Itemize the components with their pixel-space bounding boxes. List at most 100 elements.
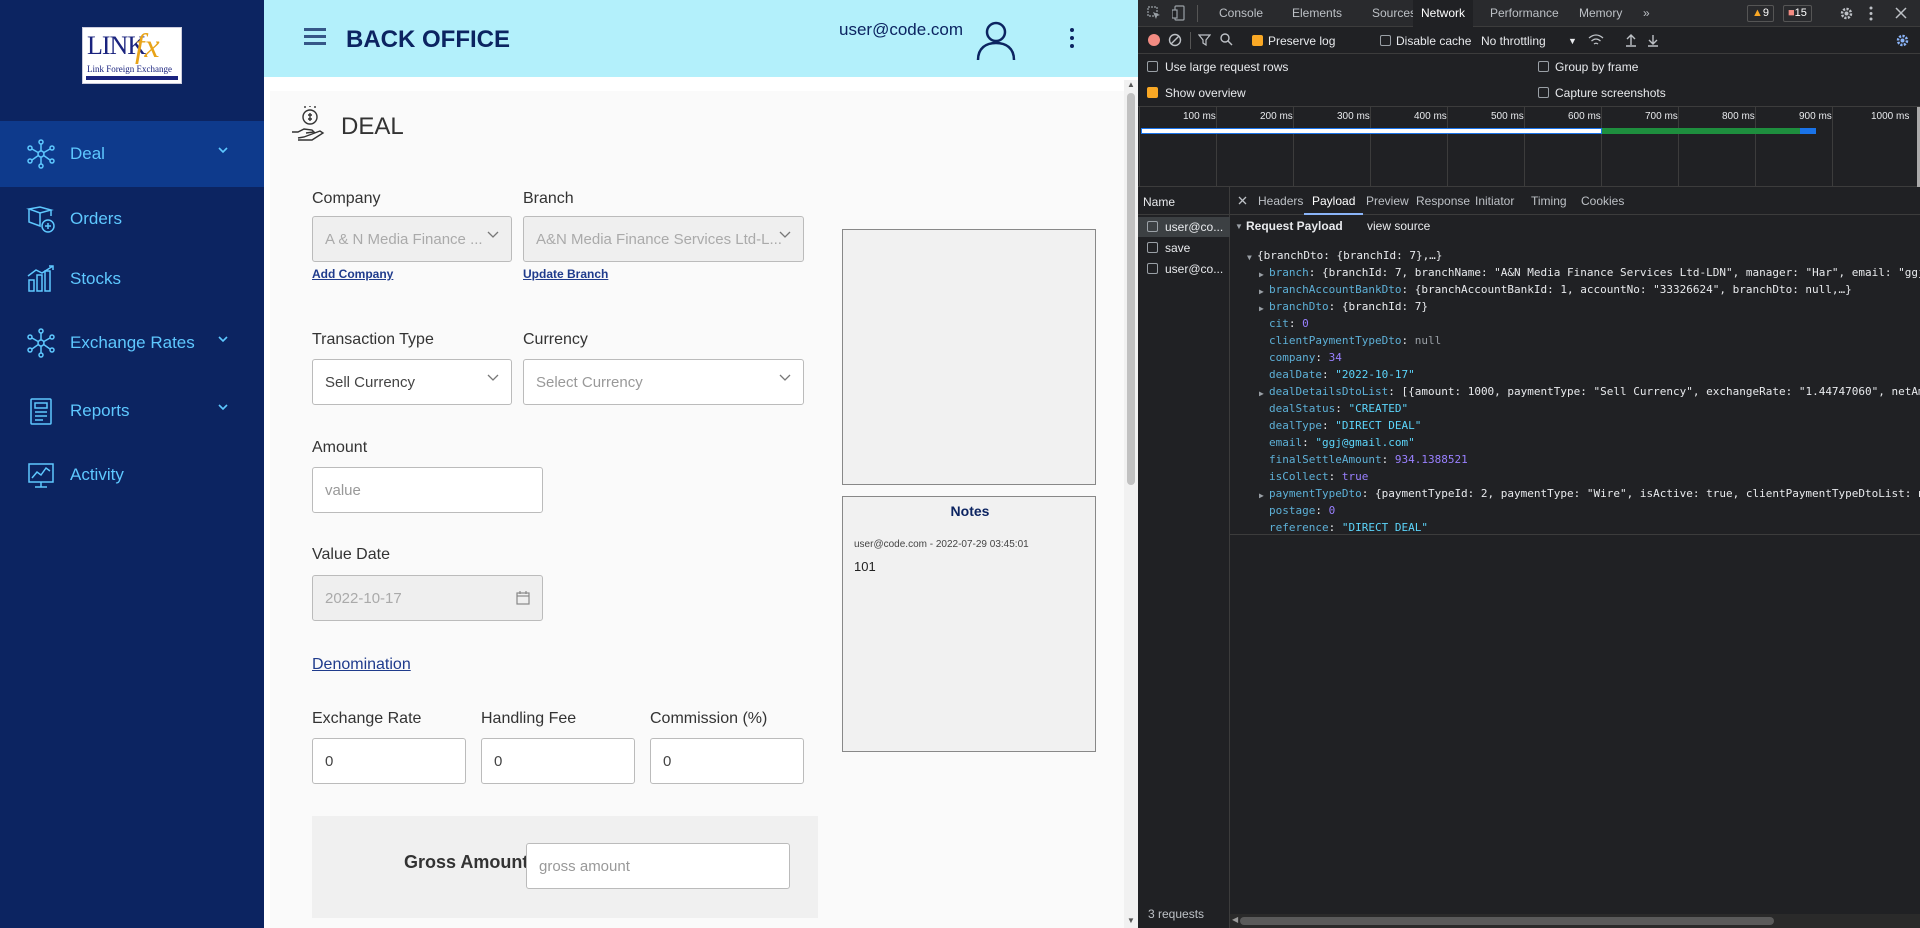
scroll-thumb[interactable] (1240, 917, 1774, 925)
branch-select[interactable]: A&N Media Finance Services Ltd-L... (523, 216, 804, 262)
payload-section-header[interactable]: ▼ Request Payload view source (1230, 215, 1920, 235)
calendar-icon[interactable] (516, 591, 530, 605)
expand-triangle-icon[interactable]: ▼ (1247, 253, 1252, 262)
payload-row[interactable]: cit: 0 (1269, 317, 1309, 330)
request-checkbox[interactable] (1147, 263, 1158, 274)
large-rows-checkbox[interactable] (1147, 61, 1158, 72)
payload-row[interactable]: dealDate: "2022-10-17" (1269, 368, 1415, 381)
payload-row[interactable]: company: 34 (1269, 351, 1342, 364)
payload-row[interactable]: branchAccountBankDto: {branchAccountBank… (1269, 283, 1852, 296)
tab-cookies[interactable]: Cookies (1573, 187, 1632, 215)
payload-row[interactable]: email: "ggj@gmail.com" (1269, 436, 1415, 449)
value-date-input[interactable]: 2022-10-17 (312, 575, 543, 621)
payload-row[interactable]: paymentTypeDto: {paymentTypeId: 2, payme… (1269, 487, 1920, 500)
horizontal-scrollbar[interactable]: ◀ (1230, 914, 1920, 928)
company-select[interactable]: A & N Media Finance ... (312, 216, 512, 262)
transaction-type-select[interactable]: Sell Currency (312, 359, 512, 405)
show-overview-checkbox[interactable] (1147, 87, 1158, 98)
close-icon[interactable] (1238, 196, 1247, 205)
search-icon[interactable] (1220, 33, 1233, 46)
company-logo[interactable]: LINK fx Link Foreign Exchange (82, 27, 182, 84)
more-tabs-icon[interactable]: » (1635, 0, 1658, 27)
chevron-down-icon[interactable]: ▼ (1568, 36, 1577, 46)
scroll-up-icon[interactable]: ▲ (1127, 80, 1135, 89)
commission-input[interactable]: 0 (650, 738, 804, 784)
payload-root[interactable]: {branchDto: {branchId: 7},…} (1257, 249, 1442, 262)
payload-row[interactable]: postage: 0 (1269, 504, 1335, 517)
request-checkbox[interactable] (1147, 242, 1158, 253)
tab-performance[interactable]: Performance (1482, 0, 1567, 27)
tab-memory[interactable]: Memory (1571, 0, 1630, 27)
update-branch-link[interactable]: Update Branch (523, 267, 608, 281)
sidebar-item-exchange-rates[interactable]: Exchange Rates (0, 310, 264, 376)
expand-triangle-icon[interactable]: ▶ (1259, 491, 1264, 500)
payload-row[interactable]: branch: {branchId: 7, branchName: "A&N M… (1269, 266, 1920, 279)
more-vertical-icon[interactable] (1068, 26, 1076, 50)
sidebar-item-stocks[interactable]: Stocks (0, 246, 264, 312)
currency-select[interactable]: Select Currency (523, 359, 804, 405)
request-row[interactable]: user@co... (1138, 259, 1230, 279)
payload-row[interactable]: dealDetailsDtoList: [{amount: 1000, paym… (1269, 385, 1920, 398)
expand-triangle-icon[interactable]: ▶ (1259, 270, 1264, 279)
tab-console[interactable]: Console (1211, 0, 1271, 27)
exchange-rate-input[interactable]: 0 (312, 738, 466, 784)
sidebar-item-reports[interactable]: Reports (0, 378, 264, 444)
request-checkbox[interactable] (1147, 221, 1158, 232)
settings-gear-icon[interactable] (1839, 6, 1854, 21)
add-company-link[interactable]: Add Company (312, 267, 393, 281)
tab-payload[interactable]: Payload (1304, 187, 1364, 215)
expand-triangle-icon[interactable]: ▼ (1235, 222, 1243, 231)
more-vertical-icon[interactable] (1869, 6, 1873, 21)
view-source-link[interactable]: view source (1367, 219, 1430, 233)
page-scrollbar[interactable]: ▲ ▼ (1124, 80, 1138, 928)
expand-triangle-icon[interactable]: ▶ (1259, 389, 1264, 398)
expand-triangle-icon[interactable]: ▶ (1259, 287, 1264, 296)
expand-triangle-icon[interactable]: ▶ (1259, 304, 1264, 313)
payload-row[interactable]: dealStatus: "CREATED" (1269, 402, 1408, 415)
sidebar-item-deal[interactable]: Deal (0, 121, 264, 187)
denomination-link[interactable]: Denomination (312, 656, 411, 674)
payload-row[interactable]: dealType: "DIRECT DEAL" (1269, 419, 1421, 432)
hamburger-menu-icon[interactable] (304, 27, 326, 47)
payload-row[interactable]: finalSettleAmount: 934.1388521 (1269, 453, 1468, 466)
tab-headers[interactable]: Headers (1250, 187, 1311, 215)
scroll-down-icon[interactable]: ▼ (1127, 916, 1135, 925)
payload-row[interactable]: reference: "DIRECT DEAL" (1269, 521, 1428, 534)
scroll-thumb[interactable] (1127, 93, 1135, 485)
record-icon[interactable] (1147, 33, 1161, 47)
disable-cache-checkbox[interactable] (1380, 35, 1391, 46)
errors-badge[interactable]: ■15 (1783, 5, 1812, 22)
amount-input[interactable]: value (312, 467, 543, 513)
warnings-badge[interactable]: ▲9 (1747, 5, 1775, 22)
close-icon[interactable] (1895, 7, 1907, 19)
request-row[interactable]: user@co... (1138, 217, 1230, 237)
sidebar-item-activity[interactable]: Activity (0, 442, 264, 508)
network-conditions-icon[interactable] (1588, 33, 1604, 47)
tab-network[interactable]: Network (1413, 0, 1474, 27)
clear-icon[interactable] (1168, 33, 1182, 47)
user-icon[interactable] (974, 18, 1018, 62)
handling-fee-input[interactable]: 0 (481, 738, 635, 784)
preserve-log-checkbox[interactable] (1252, 35, 1263, 46)
network-overview-timeline[interactable]: 100 ms 200 ms 300 ms 400 ms 500 ms 600 m… (1138, 107, 1920, 187)
filter-icon[interactable] (1198, 34, 1211, 46)
request-row[interactable]: save (1138, 238, 1230, 258)
tab-elements[interactable]: Elements (1284, 0, 1350, 27)
network-settings-gear-icon[interactable] (1895, 33, 1910, 48)
throttling-select[interactable]: No throttling (1481, 34, 1546, 48)
tab-timing[interactable]: Timing (1523, 187, 1575, 215)
payload-row[interactable]: branchDto: {branchId: 7} (1269, 300, 1428, 313)
name-column-header[interactable]: Name (1138, 187, 1230, 215)
group-by-frame-checkbox[interactable] (1538, 61, 1549, 72)
import-icon[interactable] (1625, 33, 1637, 47)
inspect-element-icon[interactable] (1147, 6, 1161, 20)
gross-amount-input[interactable]: gross amount (526, 843, 790, 889)
scroll-left-icon[interactable]: ◀ (1232, 915, 1238, 924)
export-icon[interactable] (1647, 33, 1659, 47)
payload-row[interactable]: isCollect: true (1269, 470, 1368, 483)
payload-row[interactable]: clientPaymentTypeDto: null (1269, 334, 1441, 347)
sidebar-item-orders[interactable]: Orders (0, 186, 264, 252)
capture-screenshots-checkbox[interactable] (1538, 87, 1549, 98)
tab-initiator[interactable]: Initiator (1467, 187, 1522, 215)
device-toolbar-icon[interactable] (1172, 5, 1186, 21)
